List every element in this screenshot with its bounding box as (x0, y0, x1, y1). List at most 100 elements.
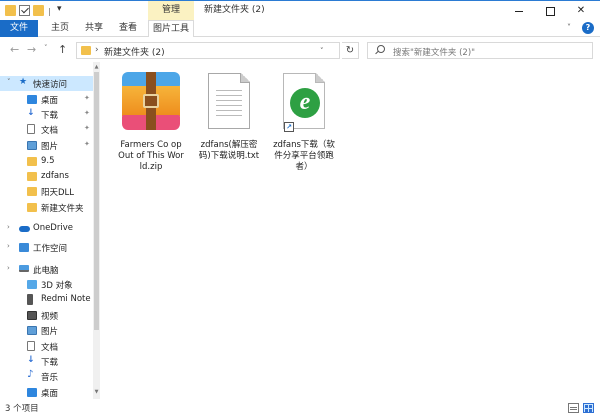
cube-icon (27, 280, 37, 289)
network-icon (19, 243, 29, 252)
tab-file[interactable]: 文件 (0, 20, 38, 37)
sidebar-item[interactable]: 新建文件夹 (0, 200, 93, 215)
tab-home[interactable]: 主页 (46, 20, 74, 37)
sidebar-item[interactable]: 桌面 ✦ (0, 92, 93, 107)
scroll-thumb[interactable] (94, 72, 99, 330)
sidebar-item-label: 图片 (41, 327, 59, 337)
chevron-down-icon[interactable]: ▾ (57, 4, 62, 14)
forward-button[interactable]: → (27, 43, 36, 56)
sidebar-item-label: 工作空间 (33, 244, 68, 254)
context-tab-manage[interactable]: 管理 (148, 1, 194, 21)
tab-picture-tools[interactable]: 图片工具 (148, 20, 194, 37)
chevron-down-icon[interactable]: ˅ (7, 78, 11, 86)
sidebar-item[interactable]: 图片 ✦ (0, 138, 93, 153)
sidebar-item-label: OneDrive (33, 223, 73, 233)
minimize-button[interactable] (504, 1, 534, 21)
sidebar-item-label: 视频 (41, 312, 59, 322)
sidebar-item[interactable]: ♪ 音乐 (0, 369, 93, 384)
quick-access-separator (49, 8, 50, 16)
download-icon: ↓ (27, 108, 35, 118)
sidebar-item[interactable]: › 此电脑 (0, 262, 93, 277)
chevron-right-icon[interactable]: › (7, 242, 10, 250)
address-bar[interactable]: › 新建文件夹 (2) (76, 42, 340, 59)
expand-ribbon-icon[interactable]: ˅ (567, 23, 571, 32)
pin-icon: ✦ (84, 124, 90, 132)
address-dropdown-button[interactable]: ˅ (320, 47, 324, 55)
pin-icon: ✦ (84, 109, 90, 117)
folder-icon (27, 157, 37, 166)
navigation-pane: ˅ ★ 快速访问 桌面 ✦ ↓ 下载 ✦ 文档 ✦ 图片 ✦ 9.5 zdfans 阳天DLL 新建文件夹 › O… (0, 62, 97, 399)
pin-icon: ✦ (84, 94, 90, 102)
sidebar-item[interactable]: › OneDrive (0, 221, 93, 236)
window-title: 新建文件夹 (2) (204, 5, 265, 15)
sidebar-item[interactable]: 3D 对象 (0, 277, 93, 292)
chevron-right-icon[interactable]: › (7, 264, 10, 272)
navigation-bar: ← → ˅ ↑ › 新建文件夹 (2) ˅ ↻ 搜索"新建文件夹 (2)" (0, 37, 600, 62)
tab-view[interactable]: 查看 (114, 20, 142, 37)
video-icon (27, 311, 37, 320)
sidebar-item[interactable]: 文档 (0, 339, 93, 354)
scroll-up-arrow[interactable]: ▲ (93, 64, 100, 70)
search-input[interactable]: 搜索"新建文件夹 (2)" (367, 42, 593, 59)
large-icons-view-icon[interactable] (583, 403, 594, 413)
file-list: Farmers Co op Out of This World.zip zdfa… (100, 62, 600, 399)
internet-shortcut-icon: e ↗ (283, 73, 325, 132)
sidebar-item[interactable]: 视频 (0, 308, 93, 323)
search-icon (374, 45, 385, 55)
sidebar-item-label: 文档 (41, 126, 59, 136)
sidebar-item-label: Redmi Note 8 (41, 294, 97, 304)
folder-icon (27, 203, 37, 212)
sidebar-item[interactable]: ↓ 下载 (0, 354, 93, 369)
zip-archive-icon (122, 72, 180, 130)
star-icon: ★ (19, 77, 28, 87)
back-button[interactable]: ← (10, 43, 19, 56)
folder-icon (27, 187, 37, 196)
sidebar-item-label: 音乐 (41, 373, 59, 383)
sidebar-item-label: 桌面 (41, 96, 59, 106)
sidebar-item[interactable]: ˅ ★ 快速访问 (0, 76, 93, 91)
sidebar-item-label: 9.5 (41, 156, 55, 166)
sidebar-item[interactable]: 文档 ✦ (0, 122, 93, 137)
sidebar-item[interactable]: 阳天DLL (0, 184, 93, 199)
sidebar-item[interactable]: › 工作空间 (0, 240, 93, 255)
pin-icon: ✦ (84, 140, 90, 148)
scroll-down-arrow[interactable]: ▼ (93, 389, 100, 395)
chevron-right-icon[interactable]: › (95, 45, 99, 55)
sidebar-item-label: 桌面 (41, 389, 59, 399)
properties-icon[interactable] (19, 5, 30, 16)
desktop-icon (27, 95, 37, 104)
sidebar-item[interactable]: ↓ 下载 ✦ (0, 107, 93, 122)
folder-icon[interactable] (5, 5, 16, 16)
new-folder-icon[interactable] (33, 5, 44, 16)
sidebar-item-label: 新建文件夹 (41, 204, 84, 214)
close-button[interactable]: ✕ (566, 1, 596, 21)
document-icon (27, 341, 35, 351)
help-icon[interactable]: ? (582, 22, 594, 34)
sidebar-item[interactable]: Redmi Note 8 (0, 292, 97, 307)
text-file-icon (208, 73, 250, 129)
tab-share[interactable]: 共享 (80, 20, 108, 37)
file-name: Farmers Co op Out of This World.zip (118, 140, 184, 172)
item-count: 3 个项目 (5, 404, 39, 414)
sidebar-item[interactable]: 桌面 (0, 385, 93, 399)
chevron-right-icon[interactable]: › (7, 223, 10, 231)
sidebar-item[interactable]: 9.5 (0, 154, 93, 169)
sidebar-item[interactable]: 图片 (0, 323, 93, 338)
maximize-button[interactable] (535, 1, 565, 21)
recent-locations-button[interactable]: ˅ (44, 44, 48, 52)
address-path[interactable]: 新建文件夹 (2) (104, 45, 165, 58)
computer-icon (19, 265, 29, 272)
picture-icon (27, 141, 37, 150)
ribbon-tabs: 文件 主页 共享 查看 图片工具 ˅ ? (0, 20, 600, 37)
nav-pane-scrollbar[interactable]: ▲ ▼ (93, 62, 100, 399)
download-icon: ↓ (27, 355, 35, 365)
sidebar-item-label: 阳天DLL (41, 188, 75, 198)
music-icon: ♪ (27, 369, 34, 380)
refresh-button[interactable]: ↻ (342, 42, 359, 59)
sidebar-item-label: 下载 (41, 111, 59, 121)
sidebar-item-label: 3D 对象 (41, 281, 73, 291)
details-view-icon[interactable] (568, 403, 579, 413)
up-button[interactable]: ↑ (58, 43, 67, 56)
sidebar-item-label: 图片 (41, 142, 59, 152)
sidebar-item[interactable]: zdfans (0, 169, 93, 184)
